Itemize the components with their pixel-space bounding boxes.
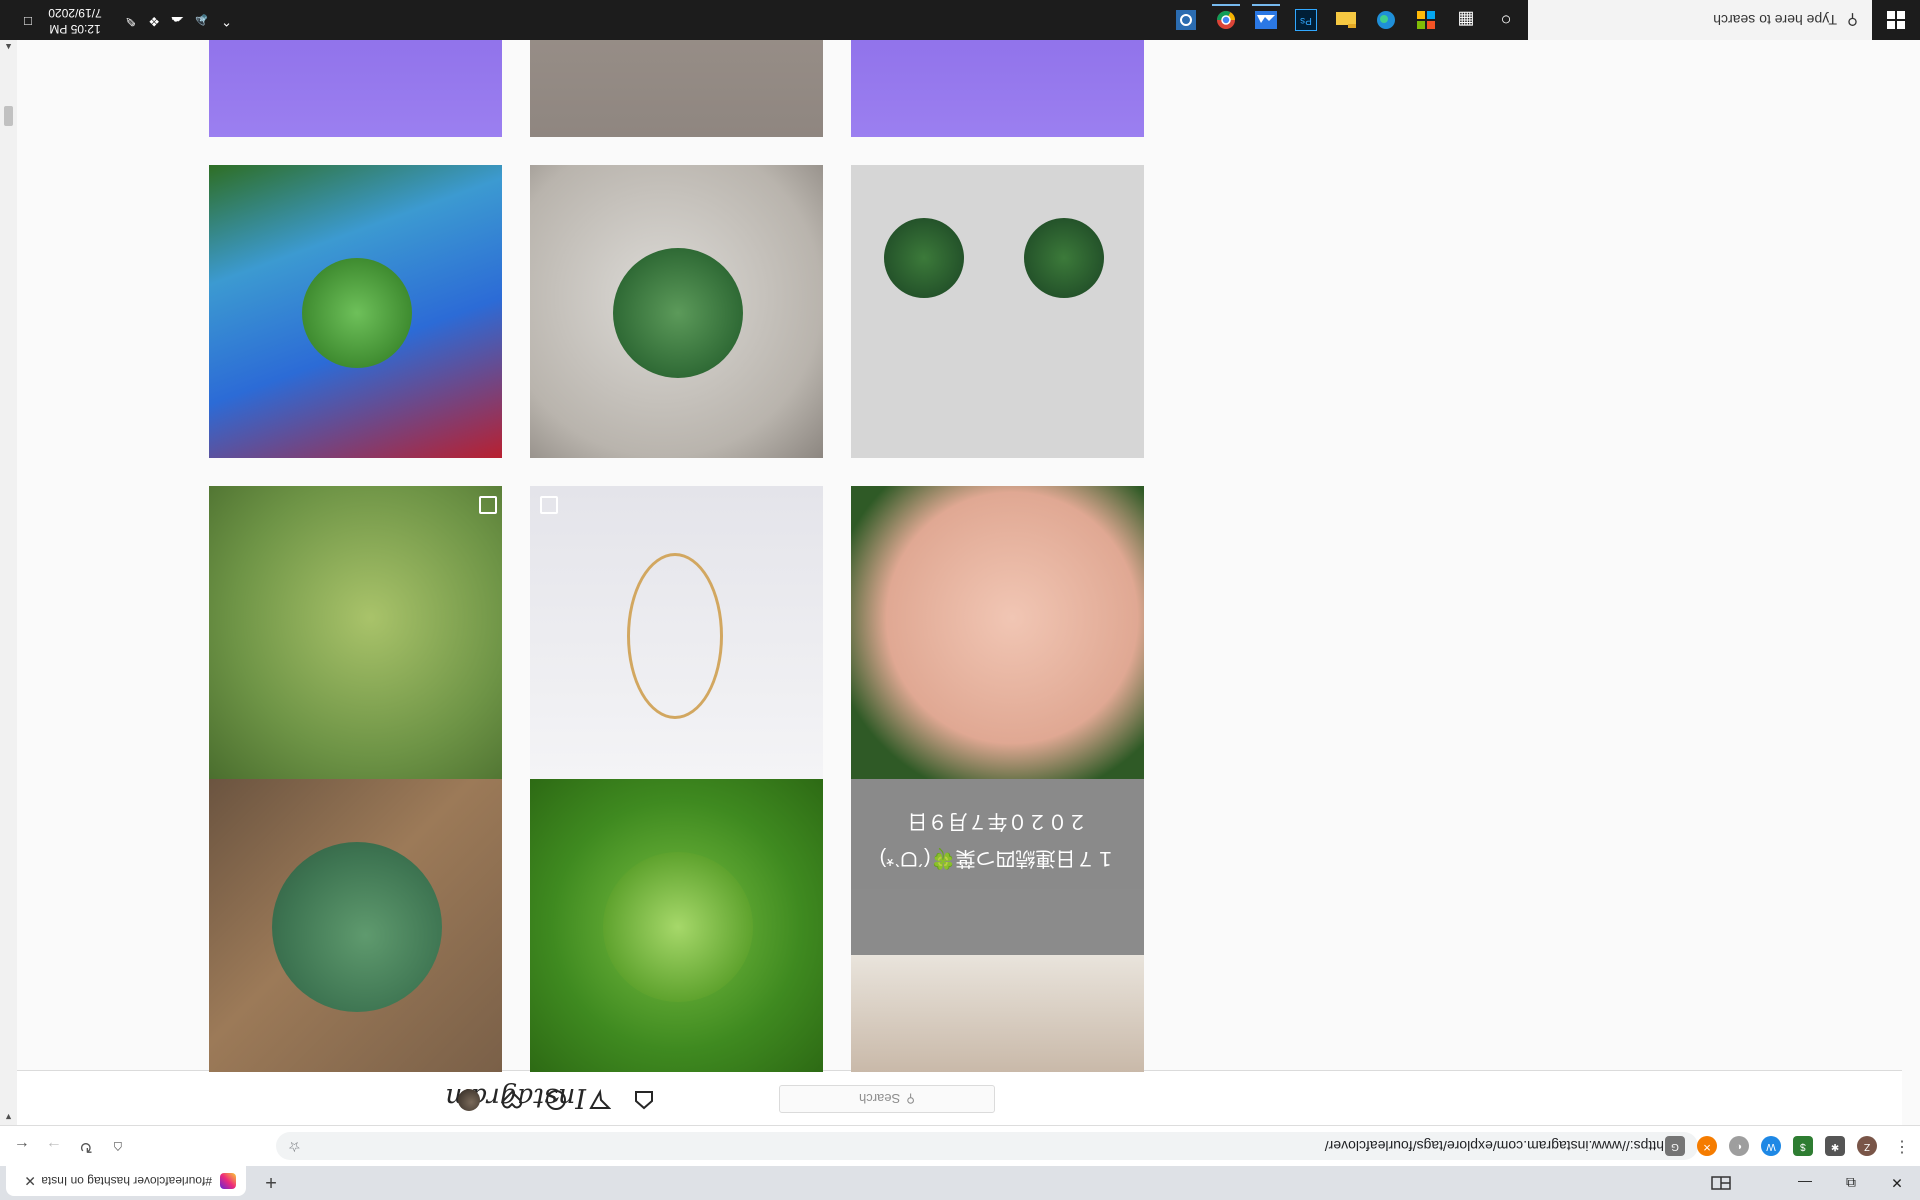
screen: #fourleafclover hashtag on Insta ✕ + — ⧉… <box>0 0 1920 1200</box>
bookmark-star-icon[interactable]: ☆ <box>288 1138 301 1155</box>
post-thumbnail[interactable] <box>530 779 823 1072</box>
microsoft-store-icon[interactable] <box>1412 6 1440 34</box>
post-thumbnail[interactable] <box>530 486 823 779</box>
post-thumbnail[interactable] <box>851 486 1144 779</box>
page-scrollbar[interactable] <box>0 40 17 1125</box>
direct-message-icon[interactable] <box>587 1087 613 1113</box>
reload-button[interactable]: ↻ <box>74 1134 98 1158</box>
photoshop-badge: Ps <box>1295 9 1317 31</box>
extension-g-icon[interactable]: G <box>1665 1136 1685 1156</box>
activity-heart-icon[interactable] <box>499 1087 525 1113</box>
tab-title: #fourleafclover hashtag on Insta <box>42 1174 212 1188</box>
extension-puzzle-icon[interactable]: ✱ <box>1825 1136 1845 1156</box>
windows-taskbar: ⚲ Type here to search ○ ▦ Ps ⌃ 🔈 ☁ ❖ ✎ 1… <box>0 0 1920 40</box>
file-explorer-icon[interactable] <box>1332 6 1360 34</box>
browser-menu-icon[interactable]: ⋮ <box>1890 1134 1914 1158</box>
cortana-icon[interactable]: ○ <box>1492 6 1520 34</box>
task-view-icon[interactable]: ▦ <box>1452 6 1480 34</box>
leaf-shape <box>603 852 753 1002</box>
url-text: https://www.instagram.com/explore/tags/f… <box>1324 1138 1664 1154</box>
tab-instagram[interactable]: #fourleafclover hashtag on Insta ✕ <box>6 1166 246 1196</box>
address-bar[interactable]: 🔒 https://www.instagram.com/explore/tags… <box>276 1132 1698 1160</box>
multiple-posts-icon <box>540 496 558 514</box>
chrome-icon[interactable] <box>1212 4 1240 34</box>
extension-orange-icon[interactable]: ✕ <box>1697 1136 1717 1156</box>
post-thumbnail[interactable]: １７日連続四つ葉🍀(ˊᗜˋ*) ２０２０年７月９日 <box>851 779 1144 1072</box>
taskbar-clock[interactable]: 12:05 PM 7/19/2020 <box>40 5 110 37</box>
home-icon[interactable] <box>631 1087 657 1113</box>
search-placeholder: Search <box>859 1091 901 1107</box>
extension-toggle-icon[interactable]: ◐ <box>1729 1136 1749 1156</box>
forward-button[interactable]: → <box>42 1134 66 1158</box>
taskbar-search-text: Type here to search <box>1713 12 1837 28</box>
scroll-down-arrow-icon[interactable]: ▼ <box>1 1109 16 1124</box>
caption-line-1: １７日連続四つ葉🍀(ˊᗜˋ*) <box>879 847 1116 869</box>
extension-w-icon[interactable]: W <box>1761 1136 1781 1156</box>
clock-time: 12:05 PM <box>49 22 101 36</box>
onedrive-cloud-icon[interactable]: ☁ <box>171 13 184 29</box>
tab-search-icon[interactable] <box>1698 1166 1744 1200</box>
clock-date: 7/19/2020 <box>48 6 102 20</box>
leaf-shape <box>884 218 964 298</box>
restore-button[interactable]: ⧉ <box>1828 1166 1874 1200</box>
notification-icon[interactable]: □ <box>24 14 32 29</box>
new-tab-button[interactable]: + <box>258 1170 284 1194</box>
start-button[interactable] <box>1872 0 1920 40</box>
minimize-button[interactable]: — <box>1782 1166 1828 1200</box>
explore-icon[interactable] <box>543 1087 569 1113</box>
post-caption-overlay: １７日連続四つ葉🍀(ˊᗜˋ*) ２０２０年７月９日 <box>851 779 1144 889</box>
post-thumbnail[interactable] <box>209 165 502 458</box>
extension-z-icon[interactable]: Z <box>1857 1136 1877 1156</box>
avatar <box>458 1089 480 1111</box>
post-thumbnail[interactable] <box>851 165 1144 458</box>
taskbar-search-box[interactable]: ⚲ Type here to search <box>1528 0 1872 40</box>
tab-close-icon[interactable]: ✕ <box>24 1173 36 1190</box>
caption-line-2: ２０２０年７月９日 <box>907 810 1088 832</box>
instagram-search-input[interactable]: ⚲ Search <box>779 1085 995 1113</box>
back-button[interactable]: ← <box>10 1134 34 1158</box>
photoshop-icon[interactable]: Ps <box>1292 6 1320 34</box>
post-thumbnail[interactable] <box>209 486 502 779</box>
dropbox-icon[interactable]: ❖ <box>148 13 160 29</box>
instagram-header: Instagram ⚲ Search <box>0 1070 1902 1125</box>
extension-dollar-icon[interactable]: $ <box>1793 1136 1813 1156</box>
leaf-shape <box>1024 218 1104 298</box>
browser-toolbar: ← → ↻ ⌂ 🔒 https://www.instagram.com/expl… <box>0 1125 1920 1166</box>
pen-icon[interactable]: ✎ <box>125 13 136 29</box>
leaf-shape <box>613 248 743 378</box>
chevron-up-icon[interactable]: ⌃ <box>221 13 232 29</box>
browser-tab-bar: #fourleafclover hashtag on Insta ✕ + — ⧉… <box>0 1166 1920 1200</box>
volume-icon[interactable]: 🔈 <box>192 13 208 29</box>
home-icon[interactable]: ⌂ <box>106 1134 130 1158</box>
multiple-posts-icon <box>479 496 497 514</box>
leaf-shape <box>302 258 412 368</box>
search-icon: ⚲ <box>906 1092 915 1106</box>
settings-gear-icon[interactable] <box>1172 6 1200 34</box>
post-thumbnail[interactable] <box>530 165 823 458</box>
edge-icon[interactable] <box>1372 6 1400 34</box>
post-thumbnail[interactable] <box>209 779 502 1072</box>
scrollbar-thumb[interactable] <box>4 106 13 126</box>
pendant-shape <box>627 553 723 719</box>
search-icon: ⚲ <box>1847 11 1858 28</box>
scroll-up-arrow-icon[interactable]: ▲ <box>1 39 16 54</box>
onedrive-photos-icon[interactable] <box>1252 4 1280 34</box>
profile-avatar[interactable] <box>456 1087 482 1113</box>
instagram-favicon-icon <box>220 1173 236 1189</box>
close-window-button[interactable]: ✕ <box>1874 1166 1920 1200</box>
leaf-shape <box>272 842 442 1012</box>
